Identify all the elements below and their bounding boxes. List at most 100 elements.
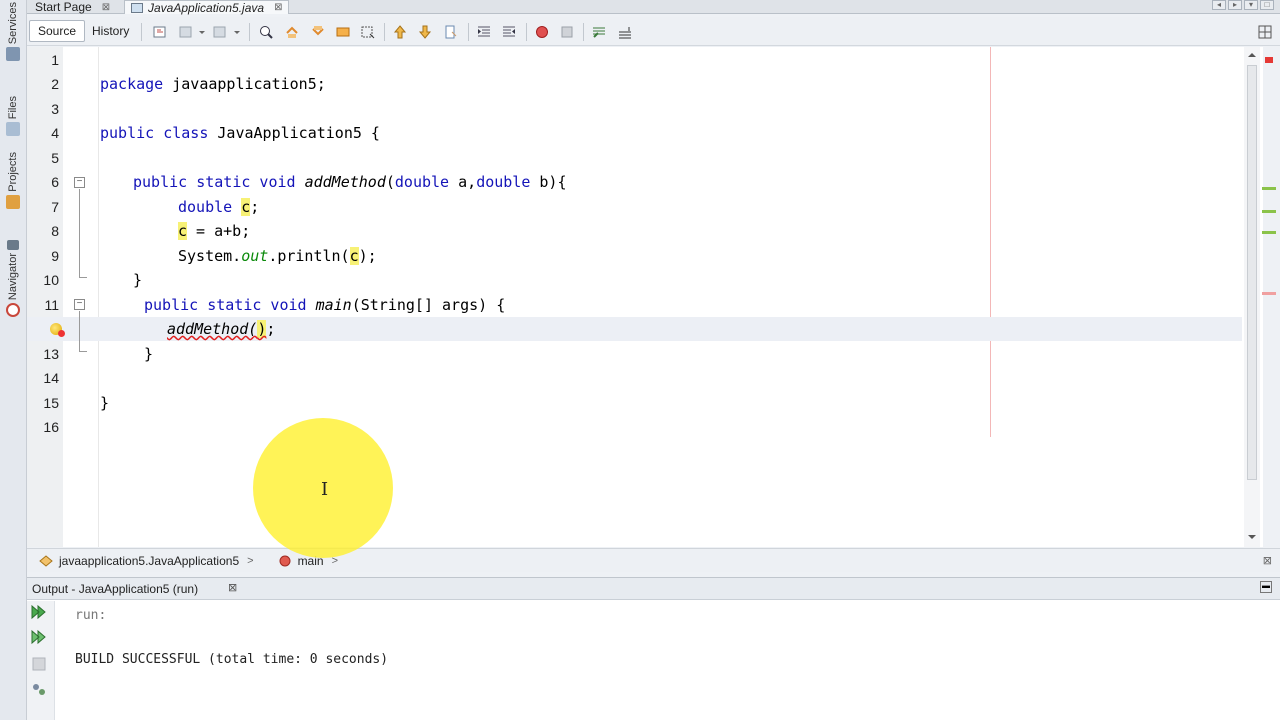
code-token: (String[] args) { [351, 296, 506, 314]
projects-tab-label: Projects [7, 152, 19, 192]
fold-guide [79, 351, 87, 352]
editor-vertical-scrollbar[interactable] [1244, 47, 1260, 547]
toolbar-separator [526, 23, 527, 41]
keyword: public class [100, 124, 209, 142]
code-line: 4 public class JavaApplication5 { [27, 121, 1242, 145]
scroll-down-icon[interactable] [1247, 533, 1257, 541]
code-text: } [133, 271, 143, 289]
shift-left-icon[interactable] [476, 24, 492, 40]
editor-toolbar: Source History [27, 17, 1280, 46]
code-text: double c; [178, 195, 259, 219]
code-line: 11 public static void main(String[] args)… [27, 293, 1242, 317]
split-window-icon[interactable] [1257, 24, 1273, 40]
toggle-highlight-icon[interactable] [335, 24, 351, 40]
settings-icon[interactable] [30, 681, 48, 697]
code-editor[interactable]: 1 2 package javaapplication5; 3 4 public c… [27, 47, 1263, 547]
rectangular-selection-icon[interactable] [360, 24, 376, 40]
stop-macro-icon[interactable] [559, 24, 575, 40]
previous-bookmark-icon[interactable] [392, 24, 408, 40]
code-token: .println( [268, 247, 350, 265]
code-token: System. [178, 247, 242, 265]
uncomment-icon[interactable] [617, 24, 633, 40]
fold-toggle-icon[interactable]: − [74, 177, 85, 188]
code-token: ; [266, 320, 276, 338]
code-text: package javaapplication5; [100, 72, 326, 96]
source-button[interactable]: Source [29, 20, 86, 42]
navigator-icon [6, 303, 20, 318]
line-number: 15 [43, 395, 59, 411]
code-text: addMethod(); [167, 317, 275, 341]
scroll-left-icon[interactable]: ◂ [1212, 0, 1226, 10]
tab-java-file[interactable]: JavaApplication5.java ⊠ [124, 0, 290, 15]
class-icon [39, 554, 53, 567]
close-icon[interactable]: ⊠ [1263, 554, 1272, 567]
line-number: 11 [44, 297, 59, 313]
code-line: 16 [27, 415, 1242, 439]
output-line-build: BUILD SUCCESSFUL (total time: 0 seconds) [75, 652, 389, 667]
line-number: 14 [43, 370, 59, 386]
line-number: 5 [51, 150, 59, 166]
annotation-marker[interactable] [1262, 210, 1276, 213]
error-hint-icon[interactable] [50, 323, 65, 337]
line-number: 2 [51, 76, 59, 92]
line-number: 9 [51, 248, 59, 264]
line-number: 7 [51, 199, 59, 215]
code-line: 8 c = a+b; [27, 219, 1242, 243]
breadcrumb-class[interactable]: javaapplication5.JavaApplication5 > [39, 554, 254, 568]
stop-icon[interactable] [30, 656, 48, 672]
code-token: ; [250, 198, 260, 216]
find-next-icon[interactable] [310, 24, 326, 40]
code-text: public class JavaApplication5 { [100, 121, 380, 145]
code-text: } [144, 345, 154, 363]
chevron-down-icon[interactable] [232, 24, 242, 40]
next-bookmark-icon[interactable] [417, 24, 433, 40]
line-number: 6 [51, 174, 59, 190]
history-button[interactable]: History [83, 20, 138, 42]
code-token: ( [385, 173, 395, 191]
annotation-marker[interactable] [1262, 292, 1276, 295]
chevron-down-icon[interactable] [197, 24, 207, 40]
document-list-icon[interactable]: ▾ [1244, 0, 1258, 10]
start-macro-icon[interactable] [534, 24, 550, 40]
rerun-with-params-icon[interactable] [30, 629, 48, 645]
error-stripe-marker[interactable] [1265, 57, 1273, 63]
scroll-up-icon[interactable] [1247, 51, 1257, 59]
projects-tab[interactable]: Projects [2, 152, 24, 209]
toolbar-separator [384, 23, 385, 41]
services-tab[interactable]: Services [2, 2, 24, 62]
tab-start-page[interactable]: Start Page ⊠ [29, 0, 116, 14]
method-name: addMethod [304, 173, 386, 191]
navigator-tab-label: Navigator [7, 253, 19, 301]
search-icon[interactable] [258, 24, 274, 40]
forward-icon[interactable] [212, 24, 228, 40]
output-title[interactable]: Output - JavaApplication5 (run) [32, 582, 198, 596]
last-edit-icon[interactable] [152, 24, 168, 40]
keyword: package [100, 75, 164, 93]
annotation-marker[interactable] [1262, 231, 1276, 234]
navigator-tab[interactable]: Navigator [2, 240, 24, 318]
output-line-run: run: [75, 608, 107, 623]
files-tab[interactable]: Files [2, 96, 24, 137]
scroll-right-icon[interactable]: ▸ [1228, 0, 1242, 10]
find-previous-icon[interactable] [284, 24, 300, 40]
annotation-marker[interactable] [1262, 187, 1276, 190]
code-text: } [100, 394, 110, 412]
fold-toggle-icon[interactable]: − [74, 299, 85, 310]
close-icon[interactable]: ⊠ [228, 581, 237, 594]
rerun-icon[interactable] [30, 604, 48, 620]
code-line: 2 package javaapplication5; [27, 72, 1242, 96]
keyword: double [394, 173, 450, 191]
fold-guide [79, 189, 80, 277]
code-token: a, [449, 173, 477, 191]
scrollbar-thumb[interactable] [1247, 65, 1257, 480]
toggle-bookmark-icon[interactable] [443, 24, 459, 40]
minimize-icon[interactable]: ▬ [1260, 581, 1272, 593]
back-icon[interactable] [178, 24, 194, 40]
line-number: 4 [51, 125, 59, 141]
comment-icon[interactable] [591, 24, 607, 40]
code-token: javaapplication5; [163, 75, 326, 93]
maximize-icon[interactable]: □ [1260, 0, 1274, 10]
shift-right-icon[interactable] [501, 24, 517, 40]
close-icon[interactable]: ⊠ [102, 2, 110, 13]
close-icon[interactable]: ⊠ [274, 2, 282, 13]
